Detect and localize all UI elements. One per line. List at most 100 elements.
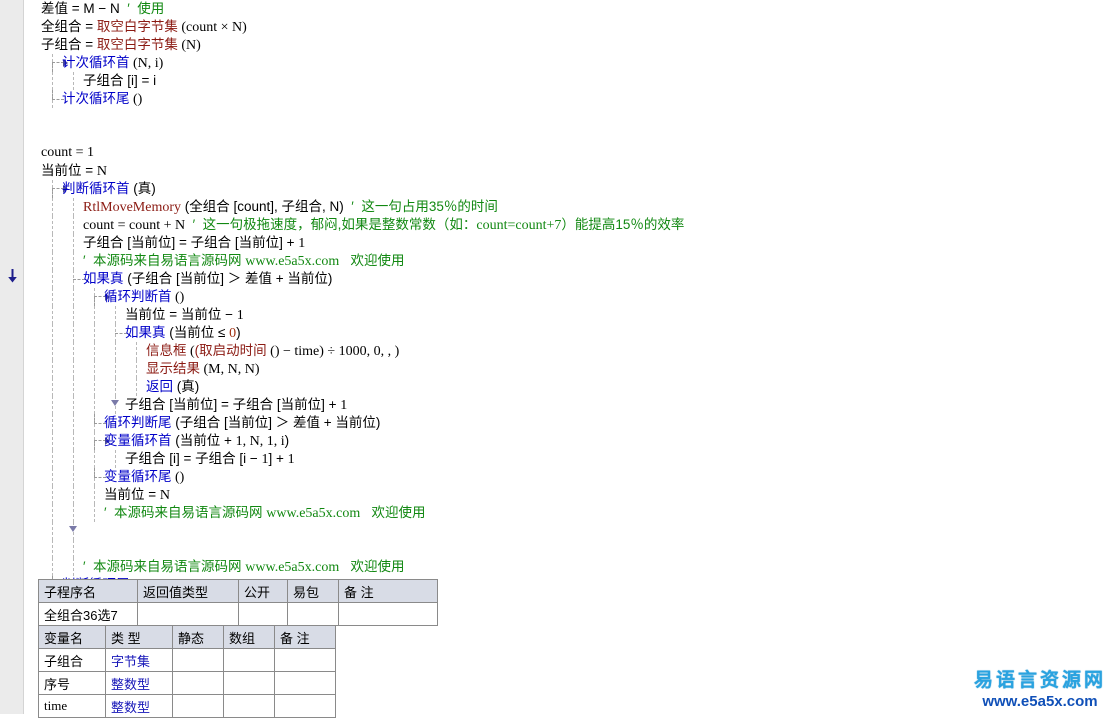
editor-gutter[interactable] [0,0,24,714]
column-header[interactable]: 变量名 [38,625,106,649]
code-line[interactable]: 当前位 = N [24,486,1114,504]
table-cell[interactable] [172,648,224,672]
code-editor[interactable]: 差值 = M − N ′ 使用 全组合 = 取空白字节集 (count × N) 子… [0,0,1114,718]
column-header[interactable]: 备 注 [274,625,336,649]
column-header[interactable]: 类 型 [105,625,173,649]
code-token: 1 [287,452,295,467]
code-text: 返回 (真) [146,378,199,397]
fold-down-arrow-icon[interactable] [111,400,119,406]
column-header[interactable]: 易包 [287,579,339,603]
table-cell[interactable] [338,602,438,626]
table-cell[interactable]: 整数型 [105,694,173,718]
code-line[interactable]: 如果真 (子组合 [当前位] ＞ 差值 + 当前位) [24,270,1114,288]
code-token: 判断循环首 [62,181,130,196]
table-cell[interactable] [274,671,336,695]
table-cell[interactable] [172,671,224,695]
table-cell[interactable]: 全组合36选7 [38,602,138,626]
variable-row[interactable]: 序号 整数型 [38,671,336,695]
variable-row[interactable]: time 整数型 [38,694,336,718]
indent-guide [115,342,116,360]
table-cell[interactable]: 整数型 [105,671,173,695]
variable-row[interactable]: 子组合 字节集 [38,648,336,672]
code-line[interactable]: ′ 本源码来自易语言源码网 www.e5a5x.com 欢迎使用 [24,252,1114,270]
table-cell[interactable] [287,602,339,626]
indent-guide [52,198,53,216]
code-line[interactable]: 子组合 [i] = i [24,72,1114,90]
code-line[interactable]: 循环判断尾 (子组合 [当前位] ＞ 差值 + 当前位) [24,414,1114,432]
code-line[interactable]: 显示结果 (M, N, N) [24,360,1114,378]
indent-guide [73,558,74,576]
code-line[interactable]: 计次循环尾 () [24,90,1114,108]
indent-guide [94,360,95,378]
table-cell[interactable]: 字节集 [105,648,173,672]
code-line[interactable]: 当前位 = N [24,162,1114,180]
table-cell[interactable] [223,694,275,718]
column-header[interactable]: 公开 [238,579,288,603]
indent-guide [94,396,95,414]
code-line[interactable]: 判断循环首 (真) [24,180,1114,198]
code-line[interactable] [24,540,1114,558]
indent-guide [73,342,74,360]
code-line[interactable] [24,522,1114,540]
code-line[interactable]: 差值 = M − N ′ 使用 [24,0,1114,18]
code-line[interactable]: count = 1 [24,144,1114,162]
code-line[interactable]: ′ 本源码来自易语言源码网 www.e5a5x.com 欢迎使用 [24,558,1114,576]
code-token: ′ 本源码来自易语言源码网 [83,253,246,268]
code-line[interactable]: RtlMoveMemory (全组合 [count], 子组合, N) ′ 这一… [24,198,1114,216]
indent-guide [73,468,74,486]
column-header[interactable]: 返回值类型 [137,579,239,603]
code-token: www.e5a5x.com [245,254,340,269]
table-cell[interactable] [274,648,336,672]
code-token: 循环判断尾 [104,415,172,430]
code-token: (当前位 + [171,433,236,448]
table-cell[interactable] [238,602,288,626]
code-line[interactable] [24,126,1114,144]
code-token: 当前位 = [41,163,97,178]
indent-guide [73,360,74,378]
indent-guide [52,396,53,414]
subroutine-row[interactable]: 全组合36选7 [38,602,438,626]
code-line[interactable]: 子组合 [当前位] = 子组合 [当前位] + 1 [24,234,1114,252]
table-cell[interactable] [137,602,239,626]
column-header[interactable]: 子程序名 [38,579,138,603]
code-text: 当前位 = N [104,486,170,505]
column-header[interactable]: 备 注 [338,579,438,603]
code-token: 返回 [146,379,173,394]
code-line[interactable]: ′ 本源码来自易语言源码网 www.e5a5x.com 欢迎使用 [24,504,1114,522]
variable-table[interactable]: 变量名类 型静态 数组备 注 子组合 字节集 序号 整数型 time 整数型 [38,625,336,718]
code-line[interactable] [24,108,1114,126]
table-cell[interactable] [223,648,275,672]
indent-guide [73,234,74,252]
table-cell[interactable]: 子组合 [38,648,106,672]
code-line[interactable]: 子组合 [i] = 子组合 [i − 1] + 1 [24,450,1114,468]
code-line[interactable]: 循环判断首 () [24,288,1114,306]
code-line[interactable]: 变量循环尾 () [24,468,1114,486]
code-line[interactable]: 信息框 ((取启动时间 () − time) ÷ 1000, 0, , ) [24,342,1114,360]
table-cell[interactable]: 序号 [38,671,106,695]
subroutine-table[interactable]: 子程序名 返回值类型 公开 易包备 注 全组合36选7 [38,579,438,626]
code-line[interactable]: 计次循环首 (N, i) [24,54,1114,72]
code-token: 计次循环尾 [62,91,130,106]
code-line[interactable]: 返回 (真) [24,378,1114,396]
code-line[interactable]: 子组合 = 取空白字节集 (N) [24,36,1114,54]
code-line[interactable]: count = count + N ′ 这一句极拖速度，郁闷,如果是整数常数（如… [24,216,1114,234]
table-cell[interactable] [172,694,224,718]
code-line[interactable]: 当前位 = 当前位 − 1 [24,306,1114,324]
fold-down-arrow-icon[interactable] [69,526,77,532]
indent-guide [136,378,137,396]
code-token: (子组合 [当前位] ＞ 差值 + 当前位) [171,415,381,430]
code-text: 循环判断首 () [104,288,184,307]
table-cell[interactable] [223,671,275,695]
code-line[interactable]: 子组合 [当前位] = 子组合 [当前位] + 1 [24,396,1114,414]
table-cell[interactable]: time [38,694,106,718]
column-header[interactable]: 数组 [223,625,275,649]
column-header[interactable]: 静态 [172,625,224,649]
code-text: count = count + N ′ 这一句极拖速度，郁闷,如果是整数常数（如… [83,216,684,235]
code-line[interactable]: 全组合 = 取空白字节集 (count × N) [24,18,1114,36]
code-line[interactable]: 如果真 (当前位 ≤ 0) [24,324,1114,342]
table-cell[interactable] [274,694,336,718]
code-token: ′ 使用 [119,1,165,16]
code-token: () [129,92,143,107]
indent-guide [52,540,53,558]
code-line[interactable]: 变量循环首 (当前位 + 1, N, 1, i) [24,432,1114,450]
